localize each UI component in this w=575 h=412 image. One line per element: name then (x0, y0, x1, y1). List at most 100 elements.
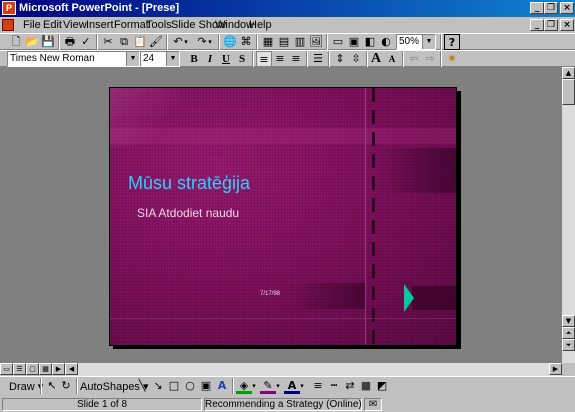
spelling-icon[interactable]: ✓ (78, 34, 94, 50)
font-select[interactable]: Times New Roman ▼ (7, 51, 140, 67)
menu-edit[interactable]: Edit (43, 18, 62, 32)
next-slide-icon[interactable]: ⏷ (562, 339, 575, 351)
insert-word-table-icon[interactable]: ▦ (260, 34, 276, 50)
design-vline (365, 88, 366, 345)
scroll-thumb[interactable] (562, 79, 575, 105)
restore-button[interactable]: ❐ (544, 2, 558, 14)
menu-help[interactable]: Help (249, 18, 272, 32)
status-bar: Slide 1 of 8 Recommending a Strategy (On… (0, 396, 575, 412)
increase-spacing-icon[interactable]: ⇕ (332, 51, 348, 67)
hyperlink-icon[interactable]: 🌐 (222, 34, 238, 50)
apply-design-icon[interactable]: ◧ (362, 34, 378, 50)
chevron-down-icon[interactable]: ▼ (166, 52, 179, 66)
scroll-left-icon[interactable]: ◀ (65, 363, 78, 375)
document-icon[interactable] (2, 19, 14, 31)
slide-subtitle[interactable]: SIA Atdodiet naudu (137, 206, 239, 220)
spelling-status-icon[interactable]: ✉ (364, 398, 382, 411)
font-color-dropdown-icon[interactable]: ▾ (298, 378, 306, 394)
draw-menu[interactable]: Draw ▾ (9, 380, 43, 393)
help-icon[interactable]: ? (444, 34, 460, 50)
decrease-font-size-button[interactable]: A (384, 51, 400, 67)
horizontal-scrollbar[interactable]: ◀ ▶ (65, 363, 562, 376)
zoom-select[interactable]: 50% ▼ (396, 34, 436, 50)
decrease-spacing-icon[interactable]: ⇳ (348, 51, 364, 67)
slide-workspace: Mūsu stratēģija SIA Atdodiet naudu 7/17/… (0, 67, 562, 363)
font-size-select[interactable]: 24 ▼ (140, 51, 180, 67)
minimize-button[interactable]: _ (530, 2, 544, 14)
powerpoint-app-icon[interactable]: P (2, 1, 16, 15)
line-color-dropdown-icon[interactable]: ▾ (274, 378, 282, 394)
insert-chart-icon[interactable]: ▥ (292, 34, 308, 50)
undo-dropdown-icon[interactable]: ▾ (182, 34, 190, 50)
oval-icon[interactable]: ○ (182, 378, 198, 394)
format-painter-icon[interactable]: 🖌 (148, 34, 164, 50)
word-art-icon[interactable]: A (214, 378, 230, 394)
normal-view-icon[interactable]: ▭ (0, 363, 13, 375)
slide-show-icon[interactable]: ▶ (52, 363, 65, 375)
arrow-icon[interactable]: ↘ (150, 378, 166, 394)
animation-effects-icon[interactable]: ✷ (444, 51, 460, 67)
rectangle-icon[interactable]: □ (166, 378, 182, 394)
design-dark-block (290, 283, 365, 309)
web-toolbar-icon[interactable]: ⌘ (238, 34, 254, 50)
promote-icon[interactable]: ⇦ (406, 51, 422, 67)
copy-icon[interactable]: ⧉ (116, 34, 132, 50)
open-icon[interactable]: 📂 (24, 34, 40, 50)
new-slide-icon[interactable]: ▭ (330, 34, 346, 50)
chevron-down-icon[interactable]: ▼ (126, 52, 139, 66)
previous-slide-icon[interactable]: ⏶ (562, 327, 575, 339)
scroll-down-icon[interactable]: ▼ (562, 315, 575, 327)
doc-minimize-button[interactable]: _ (530, 19, 544, 31)
align-right-icon[interactable]: ≡ (288, 51, 304, 67)
new-icon[interactable]: 🗋 (8, 34, 24, 50)
slide-canvas[interactable]: Mūsu stratēģija SIA Atdodiet naudu 7/17/… (109, 87, 457, 346)
demote-icon[interactable]: ⇨ (422, 51, 438, 67)
font-name: Times New Roman (10, 53, 95, 64)
slide-view-icon[interactable]: ▢ (26, 363, 39, 375)
insert-clip-art-icon[interactable]: 🖼 (308, 34, 324, 50)
menu-tools[interactable]: Tools (146, 18, 172, 32)
slide-layout-icon[interactable]: ▣ (346, 34, 362, 50)
center-icon[interactable]: ≡ (272, 51, 288, 67)
align-left-icon[interactable]: ≡ (256, 51, 272, 67)
chevron-down-icon[interactable]: ▼ (422, 35, 435, 49)
free-rotate-icon[interactable]: ↻ (58, 378, 74, 394)
insert-excel-icon[interactable]: ▤ (276, 34, 292, 50)
close-button[interactable]: × (560, 2, 574, 14)
line-style-icon[interactable]: ≡ (310, 378, 326, 394)
dash-style-icon[interactable]: ┅ (326, 378, 342, 394)
scroll-right-icon[interactable]: ▶ (549, 363, 562, 375)
redo-dropdown-icon[interactable]: ▾ (206, 34, 214, 50)
slide-sorter-icon[interactable]: ▦ (39, 363, 52, 375)
bullets-icon[interactable]: ☰ (310, 51, 326, 67)
outline-view-icon[interactable]: ☰ (13, 363, 26, 375)
doc-close-button[interactable]: × (560, 19, 574, 31)
cut-icon[interactable]: ✂ (100, 34, 116, 50)
print-icon[interactable]: 🖶 (62, 34, 78, 50)
bold-button[interactable]: B (186, 51, 202, 67)
fill-color-dropdown-icon[interactable]: ▾ (250, 378, 258, 394)
scroll-up-icon[interactable]: ▲ (562, 67, 575, 79)
underline-button[interactable]: U (218, 51, 234, 67)
increase-font-size-button[interactable]: A (368, 51, 384, 67)
3d-icon[interactable]: ◩ (374, 378, 390, 394)
text-box-icon[interactable]: ▣ (198, 378, 214, 394)
standard-toolbar: 🗋 📂 💾 🖶 ✓ ✂ ⧉ 📋 🖌 ↶ ▾ ↷ ▾ 🌐 ⌘ ▦ ▤ ▥ 🖼 ▭ … (0, 33, 575, 50)
menu-view[interactable]: View (63, 18, 87, 32)
menu-file[interactable]: File (23, 18, 41, 32)
italic-button[interactable]: I (202, 51, 218, 67)
design-dark-block (412, 286, 456, 310)
vertical-scrollbar[interactable]: ▲ ▼ ⏶ ⏷ (562, 67, 575, 363)
text-shadow-button[interactable]: S (234, 51, 250, 67)
line-icon[interactable]: ╲ (134, 378, 150, 394)
shadow-icon[interactable]: ■ (358, 378, 374, 394)
paste-icon[interactable]: 📋 (132, 34, 148, 50)
slide-title[interactable]: Mūsu stratēģija (128, 173, 250, 194)
doc-restore-button[interactable]: ❐ (544, 19, 558, 31)
black-and-white-icon[interactable]: ◐ (378, 34, 394, 50)
menu-format[interactable]: Format (114, 18, 149, 32)
title-bar: P Microsoft PowerPoint - [Prese] _ ❐ × (0, 0, 575, 17)
arrow-style-icon[interactable]: ⇄ (342, 378, 358, 394)
menu-insert[interactable]: Insert (86, 18, 114, 32)
save-icon[interactable]: 💾 (40, 34, 56, 50)
